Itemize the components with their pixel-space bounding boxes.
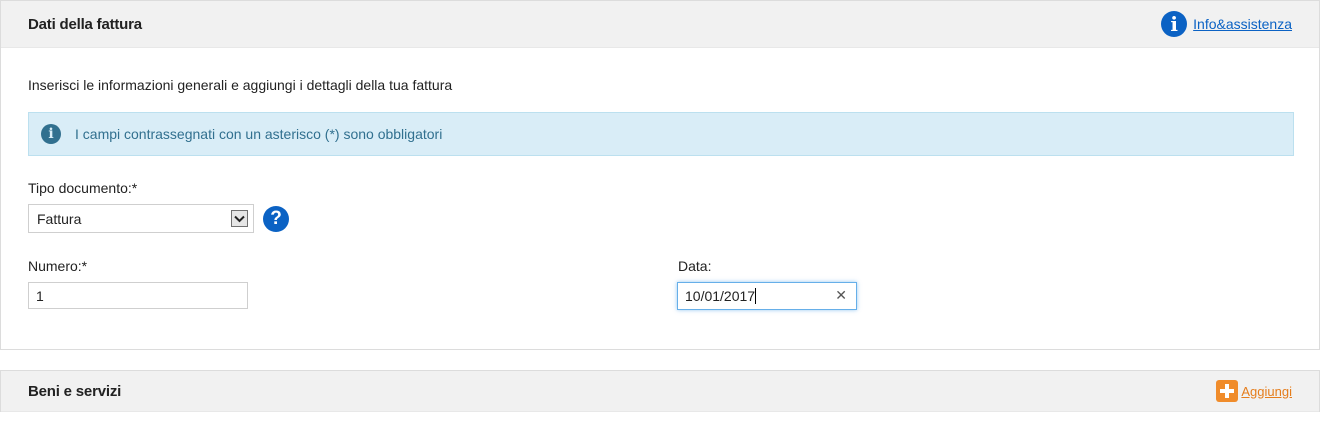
goods-services-panel: Beni e servizi Aggiungi: [0, 370, 1320, 412]
info-icon[interactable]: i: [1161, 11, 1188, 37]
data-label: Data:: [678, 258, 712, 274]
tipo-documento-value: Fattura: [37, 211, 82, 227]
numero-input[interactable]: 1: [28, 282, 248, 309]
panel-title: Beni e servizi: [28, 383, 122, 400]
plus-icon[interactable]: [1216, 380, 1239, 402]
intro-text: Inserisci le informazioni generali e agg…: [28, 77, 453, 93]
help-link-text[interactable]: Info&assistenza: [1193, 16, 1292, 32]
numero-value: 1: [36, 288, 44, 304]
add-item-link[interactable]: Aggiungi: [1216, 380, 1292, 402]
chevron-down-icon[interactable]: [231, 210, 248, 227]
alert-text: I campi contrassegnati con un asterisco …: [75, 126, 443, 142]
required-fields-alert: i I campi contrassegnati con un asterisc…: [28, 112, 1294, 156]
clear-icon[interactable]: ✕: [835, 287, 847, 304]
data-input[interactable]: 10/01/2017 ✕: [677, 282, 857, 310]
invoice-data-panel: Dati della fattura i Info&assistenza Ins…: [0, 0, 1320, 350]
goods-services-header: Beni e servizi Aggiungi: [1, 371, 1319, 412]
numero-label: Numero:*: [28, 258, 88, 274]
data-value: 10/01/2017: [685, 288, 757, 304]
tipo-documento-label: Tipo documento:*: [28, 180, 138, 196]
help-link[interactable]: i Info&assistenza: [1161, 11, 1292, 37]
info-icon: i: [41, 124, 61, 144]
question-icon[interactable]: ?: [263, 206, 289, 232]
panel-title: Dati della fattura: [28, 16, 142, 33]
add-item-text[interactable]: Aggiungi: [1241, 384, 1292, 399]
invoice-data-header: Dati della fattura i Info&assistenza: [1, 1, 1319, 48]
tipo-documento-select[interactable]: Fattura: [28, 204, 254, 233]
